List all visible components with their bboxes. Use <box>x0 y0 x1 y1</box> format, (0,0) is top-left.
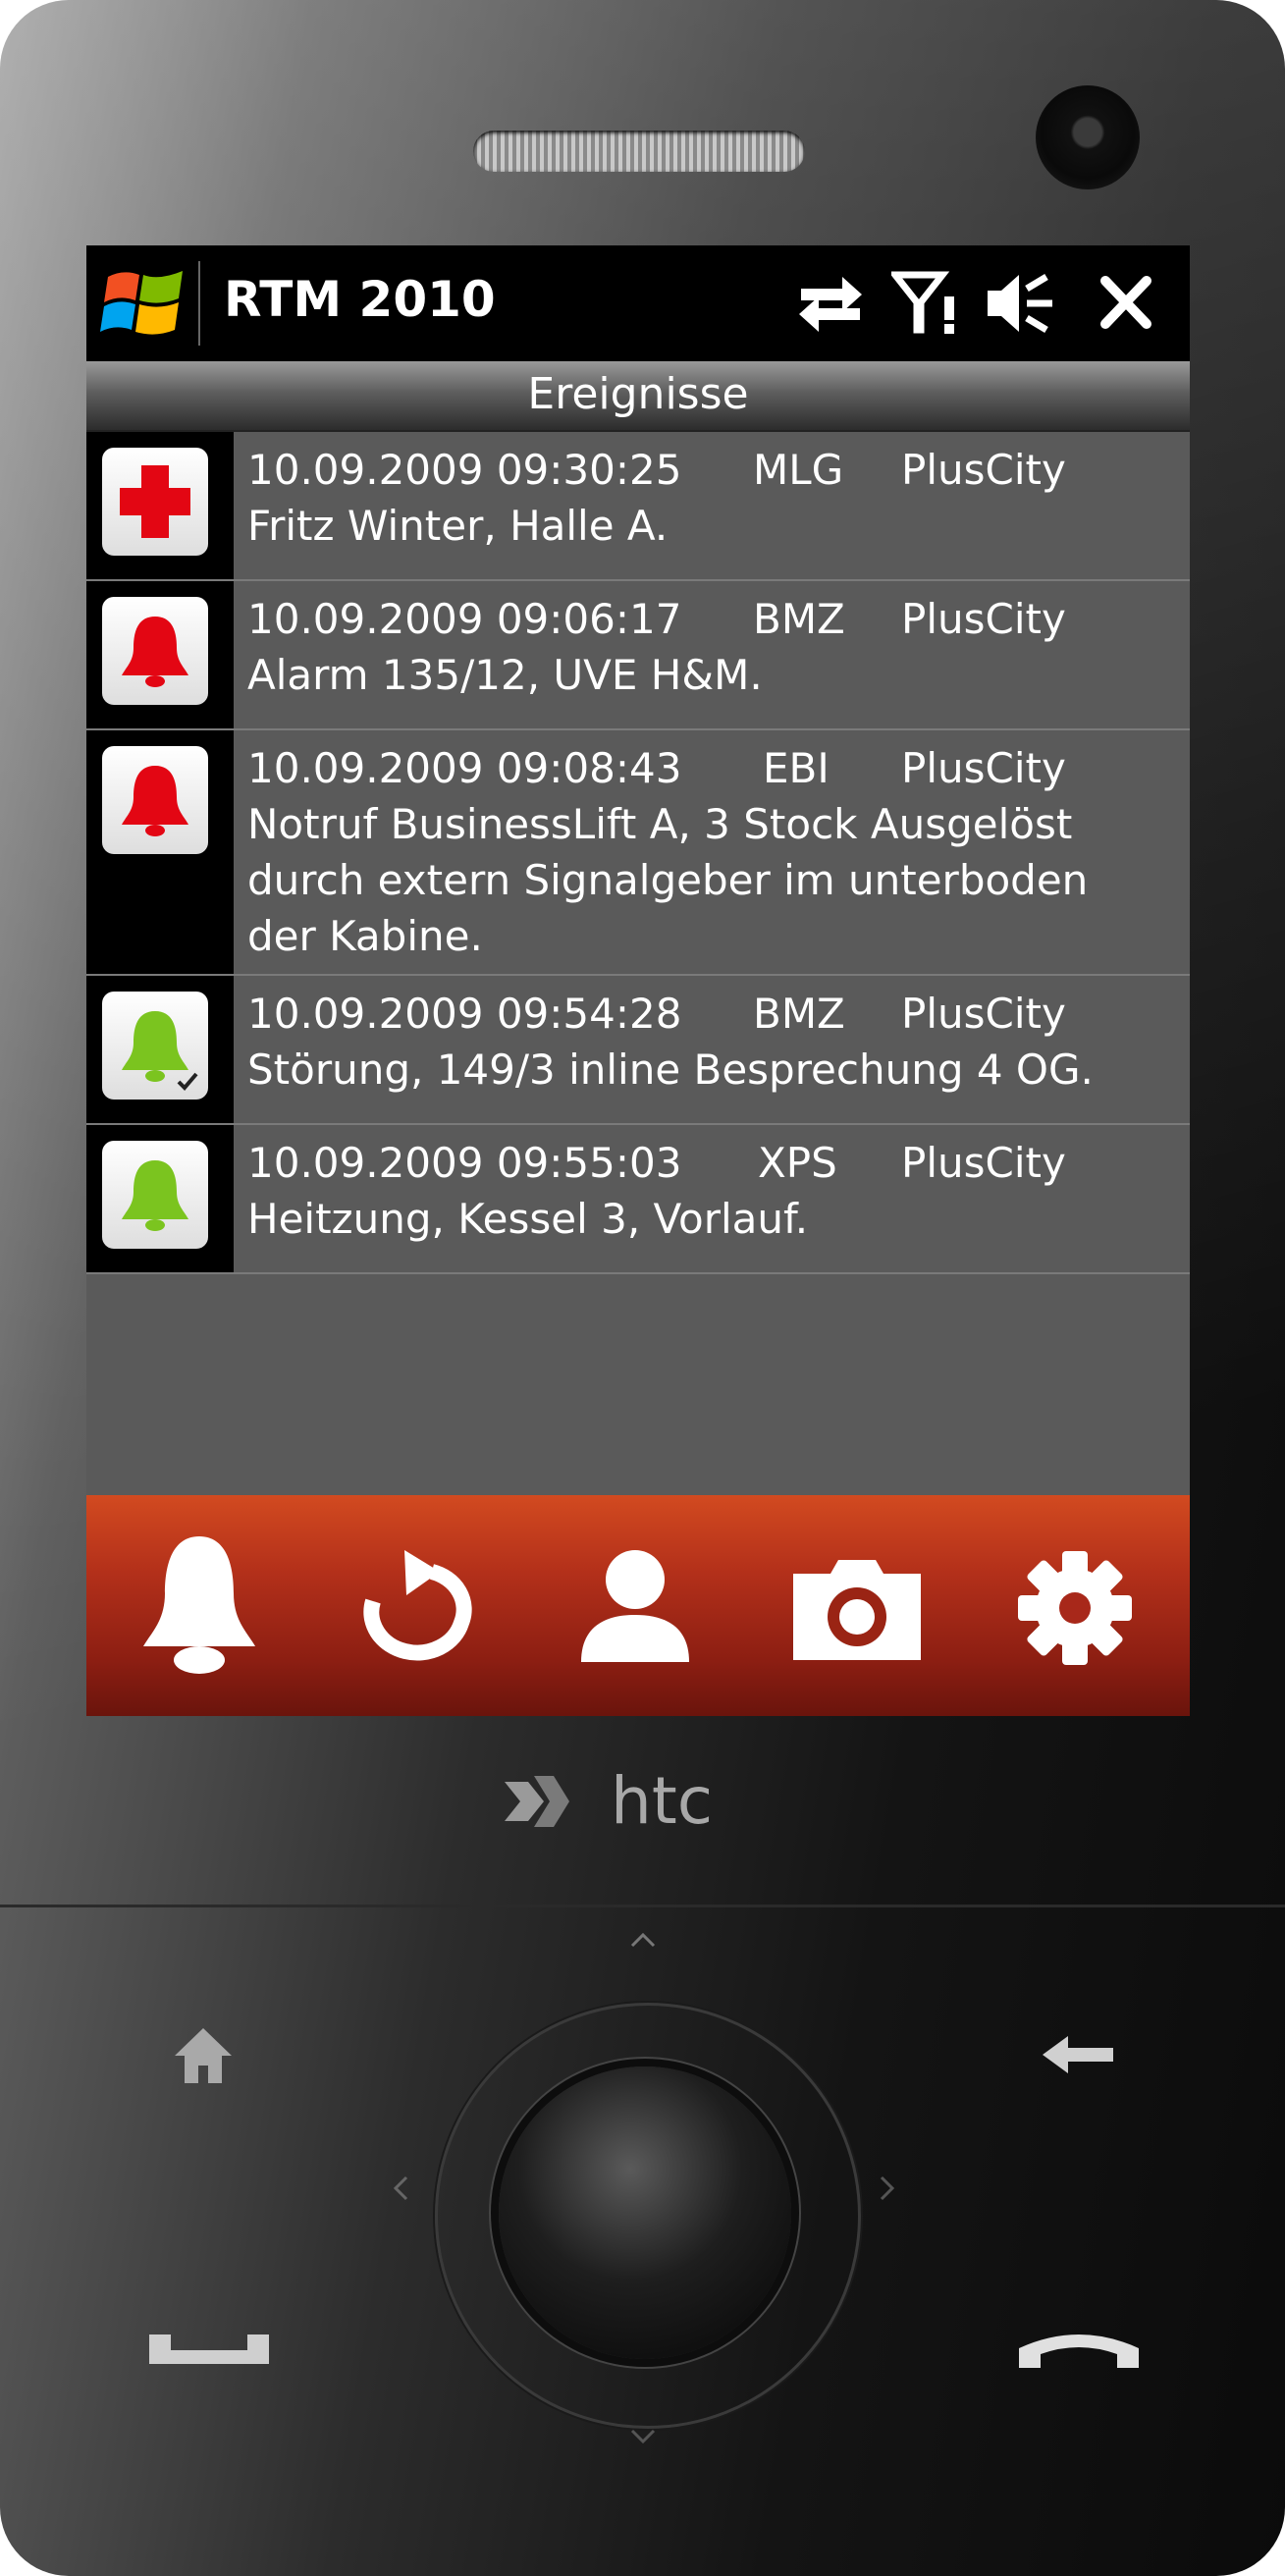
chevron-left-icon <box>393 2175 408 2201</box>
event-site: PlusCity <box>901 990 1066 1038</box>
row-icon-box <box>102 746 208 854</box>
event-text: 10.09.2009 09:30:25 MLG PlusCity Fritz W… <box>247 442 1180 554</box>
red-bell-icon <box>122 766 188 836</box>
event-code: XPS <box>758 1139 837 1187</box>
chevron-up-icon <box>630 1932 656 1948</box>
event-site: PlusCity <box>901 446 1066 494</box>
signal-icon[interactable] <box>891 267 970 340</box>
event-description: Störung, 149/3 inline Besprechung 4 OG. <box>247 1046 1094 1094</box>
event-text: 10.09.2009 09:06:17 BMZ PlusCity Alarm 1… <box>247 591 1180 703</box>
event-code: BMZ <box>753 595 845 643</box>
user-icon[interactable] <box>552 1525 719 1691</box>
event-date: 10.09.2009 09:08:43 <box>247 744 682 792</box>
camera-icon[interactable] <box>774 1525 940 1691</box>
front-camera <box>1036 85 1140 189</box>
row-icon-box <box>102 597 208 705</box>
event-row[interactable]: 10.09.2009 09:06:17 BMZ PlusCity Alarm 1… <box>86 581 1190 730</box>
htc-logo: htc <box>501 1762 785 1841</box>
bell-icon[interactable] <box>116 1525 283 1691</box>
event-text: 10.09.2009 09:08:43 EBI PlusCity Notruf … <box>247 740 1180 964</box>
chevron-down-icon <box>630 2429 656 2444</box>
event-meta: 10.09.2009 09:55:03 XPS PlusCity <box>247 1135 1180 1191</box>
event-code: BMZ <box>753 990 845 1038</box>
green-bell-icon <box>122 1160 188 1231</box>
chevron-right-icon <box>880 2175 895 2201</box>
call-icon[interactable] <box>145 2325 273 2374</box>
event-list: 10.09.2009 09:30:25 MLG PlusCity Fritz W… <box>86 432 1190 1274</box>
event-date: 10.09.2009 09:06:17 <box>247 595 682 643</box>
event-date: 10.09.2009 09:55:03 <box>247 1139 682 1187</box>
earpiece-speaker <box>473 131 805 172</box>
screen: RTM 2010 Ereignisse 10.09.2009 09:30:25 … <box>86 245 1190 1716</box>
event-row[interactable]: 10.09.2009 09:08:43 EBI PlusCity Notruf … <box>86 730 1190 976</box>
event-description: Heitzung, Kessel 3, Vorlauf. <box>247 1195 809 1243</box>
app-title: RTM 2010 <box>224 271 496 328</box>
green-bell-checked-icon <box>122 1011 198 1091</box>
event-row[interactable]: 10.09.2009 09:30:25 MLG PlusCity Fritz W… <box>86 432 1190 581</box>
back-icon[interactable] <box>1039 2032 1117 2077</box>
event-date: 10.09.2009 09:30:25 <box>247 446 682 494</box>
event-description: Alarm 135/12, UVE H&M. <box>247 651 763 699</box>
event-meta: 10.09.2009 09:08:43 EBI PlusCity <box>247 740 1180 796</box>
event-text: 10.09.2009 09:55:03 XPS PlusCity Heitzun… <box>247 1135 1180 1247</box>
settings-icon[interactable] <box>991 1525 1158 1691</box>
event-date: 10.09.2009 09:54:28 <box>247 990 682 1038</box>
windows-start-icon[interactable] <box>100 259 188 348</box>
volume-icon[interactable] <box>982 267 1060 340</box>
event-description: Fritz Winter, Halle A. <box>247 502 669 550</box>
close-icon[interactable] <box>1088 267 1166 340</box>
bottom-toolbar <box>86 1495 1190 1716</box>
list-header: Ereignisse <box>86 361 1190 432</box>
home-icon[interactable] <box>169 2022 238 2087</box>
dpad-center-button[interactable] <box>499 2066 791 2359</box>
event-meta: 10.09.2009 09:06:17 BMZ PlusCity <box>247 591 1180 647</box>
event-site: PlusCity <box>901 744 1066 792</box>
event-code: MLG <box>753 446 844 494</box>
event-description: Notruf BusinessLift A, 3 Stock Ausgelöst… <box>247 800 1089 960</box>
end-call-icon[interactable] <box>1015 2327 1143 2376</box>
event-code: EBI <box>763 744 830 792</box>
htc-wordmark: htc <box>611 1763 713 1839</box>
red-cross-icon <box>120 465 190 538</box>
title-separator <box>198 261 200 346</box>
event-row[interactable]: 10.09.2009 09:55:03 XPS PlusCity Heitzun… <box>86 1125 1190 1274</box>
row-icon-box <box>102 992 208 1100</box>
list-header-title: Ereignisse <box>527 369 749 419</box>
event-meta: 10.09.2009 09:30:25 MLG PlusCity <box>247 442 1180 498</box>
event-meta: 10.09.2009 09:54:28 BMZ PlusCity <box>247 986 1180 1042</box>
panel-divider <box>0 1905 1285 1907</box>
refresh-icon[interactable] <box>334 1525 501 1691</box>
event-site: PlusCity <box>901 1139 1066 1187</box>
title-bar: RTM 2010 <box>86 245 1190 361</box>
row-icon-box <box>102 1141 208 1249</box>
event-row[interactable]: 10.09.2009 09:54:28 BMZ PlusCity Störung… <box>86 976 1190 1125</box>
connectivity-icon[interactable] <box>791 267 870 340</box>
row-icon-box <box>102 448 208 556</box>
event-site: PlusCity <box>901 595 1066 643</box>
red-bell-icon <box>122 617 188 687</box>
event-text: 10.09.2009 09:54:28 BMZ PlusCity Störung… <box>247 986 1180 1098</box>
